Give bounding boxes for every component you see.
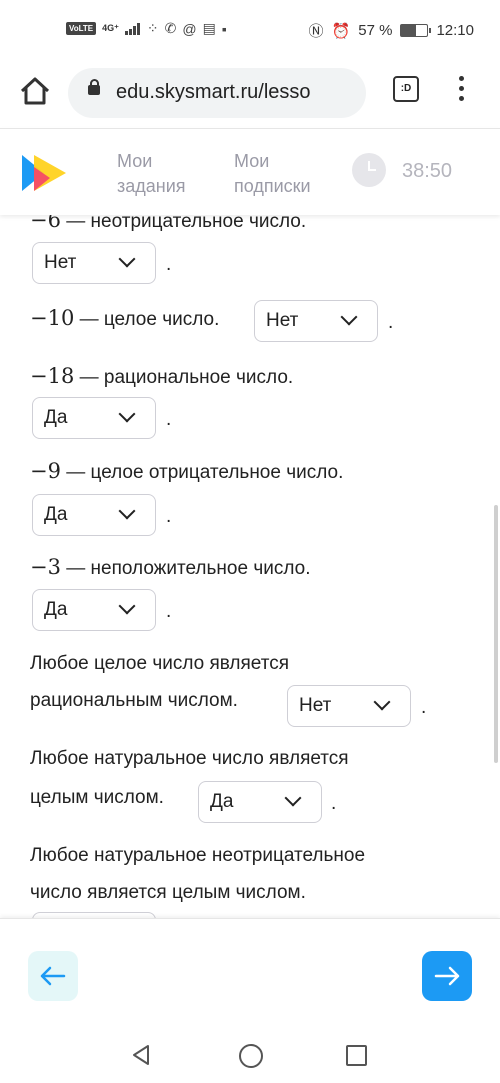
bottom-bar (0, 918, 500, 1029)
statement-6-line1: Любое целое число является (30, 653, 290, 674)
answer-select-7[interactable]: Да (198, 781, 322, 823)
answer-select-1[interactable]: Нет (32, 242, 156, 284)
statement-7-line1: Любое натуральное число является (30, 748, 349, 769)
statement-3-text: — рациональное число. (74, 367, 294, 388)
statement-5-text: — неположительное число. (60, 558, 311, 579)
nav-my-subscriptions-line2: подписки (234, 176, 311, 196)
statement-2-number: −10 (30, 306, 75, 330)
answer-select-4[interactable]: Да (32, 494, 156, 536)
answer-select-2-value: Нет (266, 310, 299, 331)
answer-select-6-value: Нет (299, 695, 332, 716)
answer-select-5[interactable]: Да (32, 589, 156, 631)
nav-my-tasks-line2: задания (117, 176, 186, 196)
statement-4-text: — целое отрицательное число. (60, 462, 344, 483)
battery-fill (401, 25, 417, 36)
period: . (166, 601, 172, 622)
chevron-down-icon (118, 502, 136, 520)
period: . (166, 254, 172, 275)
chevron-down-icon (118, 597, 136, 615)
statement-7-line2: целым числом. (30, 787, 164, 808)
alarm-icon: ⏰ (331, 22, 351, 40)
statement-4: −9 — целое отрицательное число. (30, 459, 343, 484)
chevron-down-icon (373, 693, 391, 711)
app-header: Мои задания Мои подписки 38:50 (0, 128, 500, 215)
status-bar: VoLTE 4G⁺ ⁘ ✆ @ ▤ ▪ Ⓝ ⏰ 57 % 12:10 (0, 0, 500, 62)
arrow-right-icon (434, 966, 460, 986)
statement-5-number: −3 (30, 555, 61, 579)
nav-recent-apps-icon[interactable] (346, 1045, 367, 1066)
url-text[interactable]: edu.skysmart.ru/lesso (116, 81, 360, 104)
answer-select-3-value: Да (44, 407, 68, 428)
phone-notification-icon: ✆ (164, 20, 177, 36)
nav-my-subscriptions[interactable]: Мои подписки (234, 149, 311, 199)
nav-back-icon[interactable] (130, 1044, 152, 1066)
statement-1-number: −6 (30, 214, 61, 232)
period: . (166, 506, 172, 527)
battery-icon (400, 24, 432, 37)
statement-2: −10 — целое число. (30, 306, 219, 331)
android-nav-bar (0, 1028, 500, 1083)
status-right: Ⓝ ⏰ 57 % 12:10 (309, 20, 474, 41)
status-left: VoLTE 4G⁺ ⁘ ✆ @ ▤ ▪ (66, 20, 227, 37)
nav-my-tasks-line1: Мои (117, 151, 153, 171)
statement-1-text: — неотрицательное число. (60, 214, 307, 232)
answer-select-2[interactable]: Нет (254, 300, 378, 342)
lock-icon (88, 79, 100, 95)
answer-select-5-value: Да (44, 599, 68, 620)
message-icon: ▤ (202, 20, 216, 36)
nav-my-tasks[interactable]: Мои задания (117, 149, 186, 199)
menu-icon[interactable] (454, 76, 468, 106)
statement-3-number: −18 (30, 364, 75, 388)
statement-5: −3 — неположительное число. (30, 555, 310, 580)
arrow-left-icon (40, 966, 66, 986)
period: . (331, 793, 337, 814)
clock-time: 12:10 (436, 22, 474, 39)
nav-my-subscriptions-line1: Мои (234, 151, 270, 171)
app-icon: ▪ (221, 20, 227, 37)
skysmart-logo[interactable] (20, 153, 68, 193)
browser-toolbar: edu.skysmart.ru/lesso :D (0, 62, 500, 126)
signal-icon (124, 22, 140, 35)
period: . (166, 409, 172, 430)
statement-4-number: −9 (30, 459, 61, 483)
scrollbar[interactable] (494, 505, 498, 763)
answer-select-7-value: Да (210, 791, 234, 812)
period: . (388, 312, 394, 333)
answer-select-4-value: Да (44, 504, 68, 525)
chevron-down-icon (284, 789, 302, 807)
answer-select-3[interactable]: Да (32, 397, 156, 439)
period: . (421, 697, 427, 718)
chevron-down-icon (118, 250, 136, 268)
clock-icon (352, 153, 386, 187)
timer: 38:50 (402, 160, 453, 182)
answer-select-6[interactable]: Нет (287, 685, 411, 727)
statement-3: −18 — рациональное число. (30, 364, 293, 389)
lesson-content: −6 — неотрицательное число. Нет . −10 — … (0, 214, 500, 918)
network-type: 4G⁺ (102, 23, 119, 33)
address-bar[interactable]: edu.skysmart.ru/lesso (68, 68, 366, 118)
statement-2-text: — целое число. (74, 309, 220, 330)
volte-badge: VoLTE (66, 22, 97, 35)
statement-1: −6 — неотрицательное число. (30, 214, 306, 233)
nfc-icon: Ⓝ (308, 23, 324, 40)
app-notification-icon: ⁘ (146, 20, 159, 36)
back-button[interactable] (28, 951, 78, 1001)
home-icon[interactable] (18, 74, 52, 108)
statement-8-line2: число является целым числом. (30, 882, 306, 903)
chevron-down-icon (340, 308, 358, 326)
tabs-icon[interactable]: :D (393, 76, 419, 102)
battery-percent: 57 % (358, 22, 393, 39)
nav-home-icon[interactable] (239, 1044, 263, 1068)
statement-8-line1: Любое натуральное неотрицательное (30, 845, 366, 866)
at-icon: @ (182, 20, 197, 37)
statement-6-line2: рациональным числом. (30, 690, 238, 711)
next-button[interactable] (422, 951, 472, 1001)
chevron-down-icon (118, 405, 136, 423)
answer-select-1-value: Нет (44, 252, 77, 273)
